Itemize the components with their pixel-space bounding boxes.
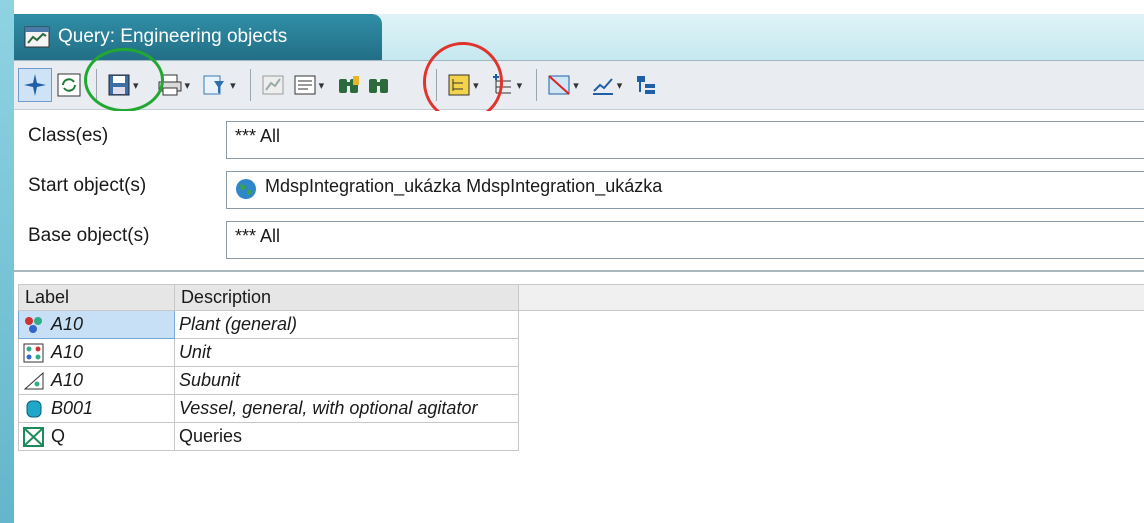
structure-button[interactable] — [634, 68, 658, 102]
table-cell-label[interactable]: A10 — [18, 310, 175, 339]
base-objects-row: Base object(s) *** All — [14, 215, 1144, 261]
green-highlight-annotation — [84, 48, 164, 112]
queries-icon — [23, 426, 44, 447]
chart-icon — [262, 75, 284, 95]
classes-value: *** All — [235, 126, 281, 146]
navigate-button[interactable] — [18, 68, 52, 102]
start-objects-value: MdspIntegration_ukázka MdspIntegration_u… — [265, 176, 663, 196]
start-objects-label: Start object(s) — [28, 175, 147, 196]
table-cell-description: Unit — [173, 338, 519, 367]
empty-cell — [518, 395, 1144, 423]
table-cell-label[interactable]: A10 — [18, 338, 175, 367]
empty-cell — [518, 311, 1144, 339]
column-header-description[interactable]: Description — [173, 284, 519, 311]
row-label: A10 — [51, 370, 84, 390]
chevron-down-icon[interactable]: ▾ — [319, 79, 325, 92]
chart-button[interactable] — [261, 68, 285, 102]
chevron-down-icon[interactable]: ▾ — [185, 79, 191, 92]
results-grid: Label Description A10 Plant (general) A1… — [18, 284, 1144, 451]
find-button[interactable] — [336, 68, 362, 102]
window-left-border — [0, 0, 14, 523]
row-label: Q — [51, 426, 66, 446]
start-objects-row: Start object(s) MdspIntegration_ukázka M… — [14, 165, 1144, 211]
filter-icon — [203, 75, 225, 95]
vessel-icon — [26, 400, 42, 417]
column-header-label[interactable]: Label — [18, 284, 175, 311]
row-label: B001 — [51, 398, 94, 418]
properties-icon — [294, 75, 316, 95]
chevron-down-icon[interactable]: ▾ — [617, 79, 623, 92]
clear-button[interactable]: ▾ — [547, 68, 579, 102]
refresh-icon — [57, 73, 81, 97]
filter-button[interactable]: ▾ — [202, 68, 236, 102]
globe-icon — [236, 179, 256, 199]
row-label: A10 — [51, 314, 84, 334]
table-row[interactable]: Q Queries — [18, 422, 1144, 451]
find-next-button[interactable] — [366, 68, 392, 102]
toolbar-separator — [536, 69, 538, 101]
empty-cell — [518, 367, 1144, 395]
query-criteria-form: Class(es) *** All Start object(s) MdspIn… — [14, 111, 1144, 271]
classes-label: Class(es) — [28, 125, 109, 146]
table-cell-label[interactable]: B001 — [18, 394, 175, 423]
row-label: A10 — [51, 342, 84, 362]
table-row[interactable]: B001 Vessel, general, with optional agit… — [18, 394, 1144, 423]
edit-button[interactable]: ▾ — [591, 68, 623, 102]
refresh-button[interactable] — [56, 68, 82, 102]
tab-query-engineering-objects[interactable]: Query: Engineering objects — [14, 14, 382, 60]
structure-icon — [637, 76, 656, 94]
plant-icon — [25, 316, 42, 333]
table-cell-description: Queries — [173, 422, 519, 451]
navigate-icon — [24, 74, 46, 96]
clear-icon — [548, 75, 570, 95]
toolbar-separator — [249, 69, 251, 101]
table-row[interactable]: A10 Unit — [18, 338, 1144, 367]
table-cell-label[interactable]: A10 — [18, 366, 175, 395]
find-icon — [339, 76, 360, 93]
table-cell-description: Plant (general) — [173, 310, 519, 339]
table-row[interactable]: A10 Subunit — [18, 366, 1144, 395]
start-objects-field[interactable]: MdspIntegration_ukázka MdspIntegration_u… — [226, 171, 1144, 209]
table-cell-label[interactable]: Q — [18, 422, 175, 451]
table-row[interactable]: A10 Plant (general) — [18, 310, 1144, 339]
table-cell-description: Vessel, general, with optional agitator — [173, 394, 519, 423]
properties-button[interactable]: ▾ — [293, 68, 325, 102]
base-objects-value: *** All — [235, 226, 281, 246]
toolbar: ▾ ▾ ▾ ▾ ▾ ▾ ▾ ▾ — [14, 60, 1144, 110]
form-grid-divider — [14, 270, 1144, 272]
chevron-down-icon[interactable]: ▾ — [517, 79, 523, 92]
find-next-icon — [369, 79, 389, 93]
chevron-down-icon[interactable]: ▾ — [573, 79, 579, 92]
base-objects-field[interactable]: *** All — [226, 221, 1144, 259]
edit-icon — [592, 78, 613, 95]
chevron-down-icon[interactable]: ▾ — [230, 79, 236, 92]
subunit-icon — [23, 371, 44, 389]
classes-row: Class(es) *** All — [14, 115, 1144, 161]
query-window: Query: Engineering objects ▾ ▾ ▾ ▾ ▾ ▾ ▾… — [0, 0, 1144, 523]
unit-icon — [23, 343, 44, 362]
tab-title: Query: Engineering objects — [58, 26, 288, 47]
empty-cell — [518, 423, 1144, 451]
query-window-icon — [24, 26, 50, 48]
classes-field[interactable]: *** All — [226, 121, 1144, 159]
base-objects-label: Base object(s) — [28, 225, 150, 246]
empty-cell — [518, 339, 1144, 367]
top-strip — [14, 0, 1144, 14]
header-filler — [517, 284, 1144, 311]
table-cell-description: Subunit — [173, 366, 519, 395]
red-highlight-annotation — [423, 42, 503, 122]
